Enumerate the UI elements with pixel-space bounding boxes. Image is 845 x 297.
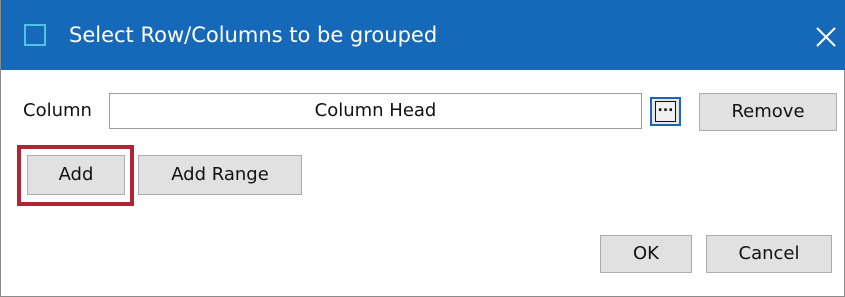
title-bar[interactable]: Select Row/Columns to be grouped	[1, 0, 845, 70]
close-icon[interactable]	[812, 19, 840, 51]
column-field[interactable]: Column Head	[109, 93, 642, 129]
column-label: Column	[23, 100, 92, 121]
browse-button[interactable]: ...	[650, 97, 681, 126]
add-range-button[interactable]: Add Range	[138, 155, 302, 195]
remove-button[interactable]: Remove	[699, 93, 837, 131]
ellipsis-icon: ...	[655, 101, 676, 122]
cancel-button[interactable]: Cancel	[706, 235, 832, 273]
add-button[interactable]: Add	[27, 155, 125, 195]
window-icon	[24, 24, 46, 46]
dialog-title: Select Row/Columns to be grouped	[69, 23, 438, 47]
ok-button[interactable]: OK	[600, 235, 692, 273]
group-dialog: Select Row/Columns to be grouped Column …	[0, 0, 845, 297]
